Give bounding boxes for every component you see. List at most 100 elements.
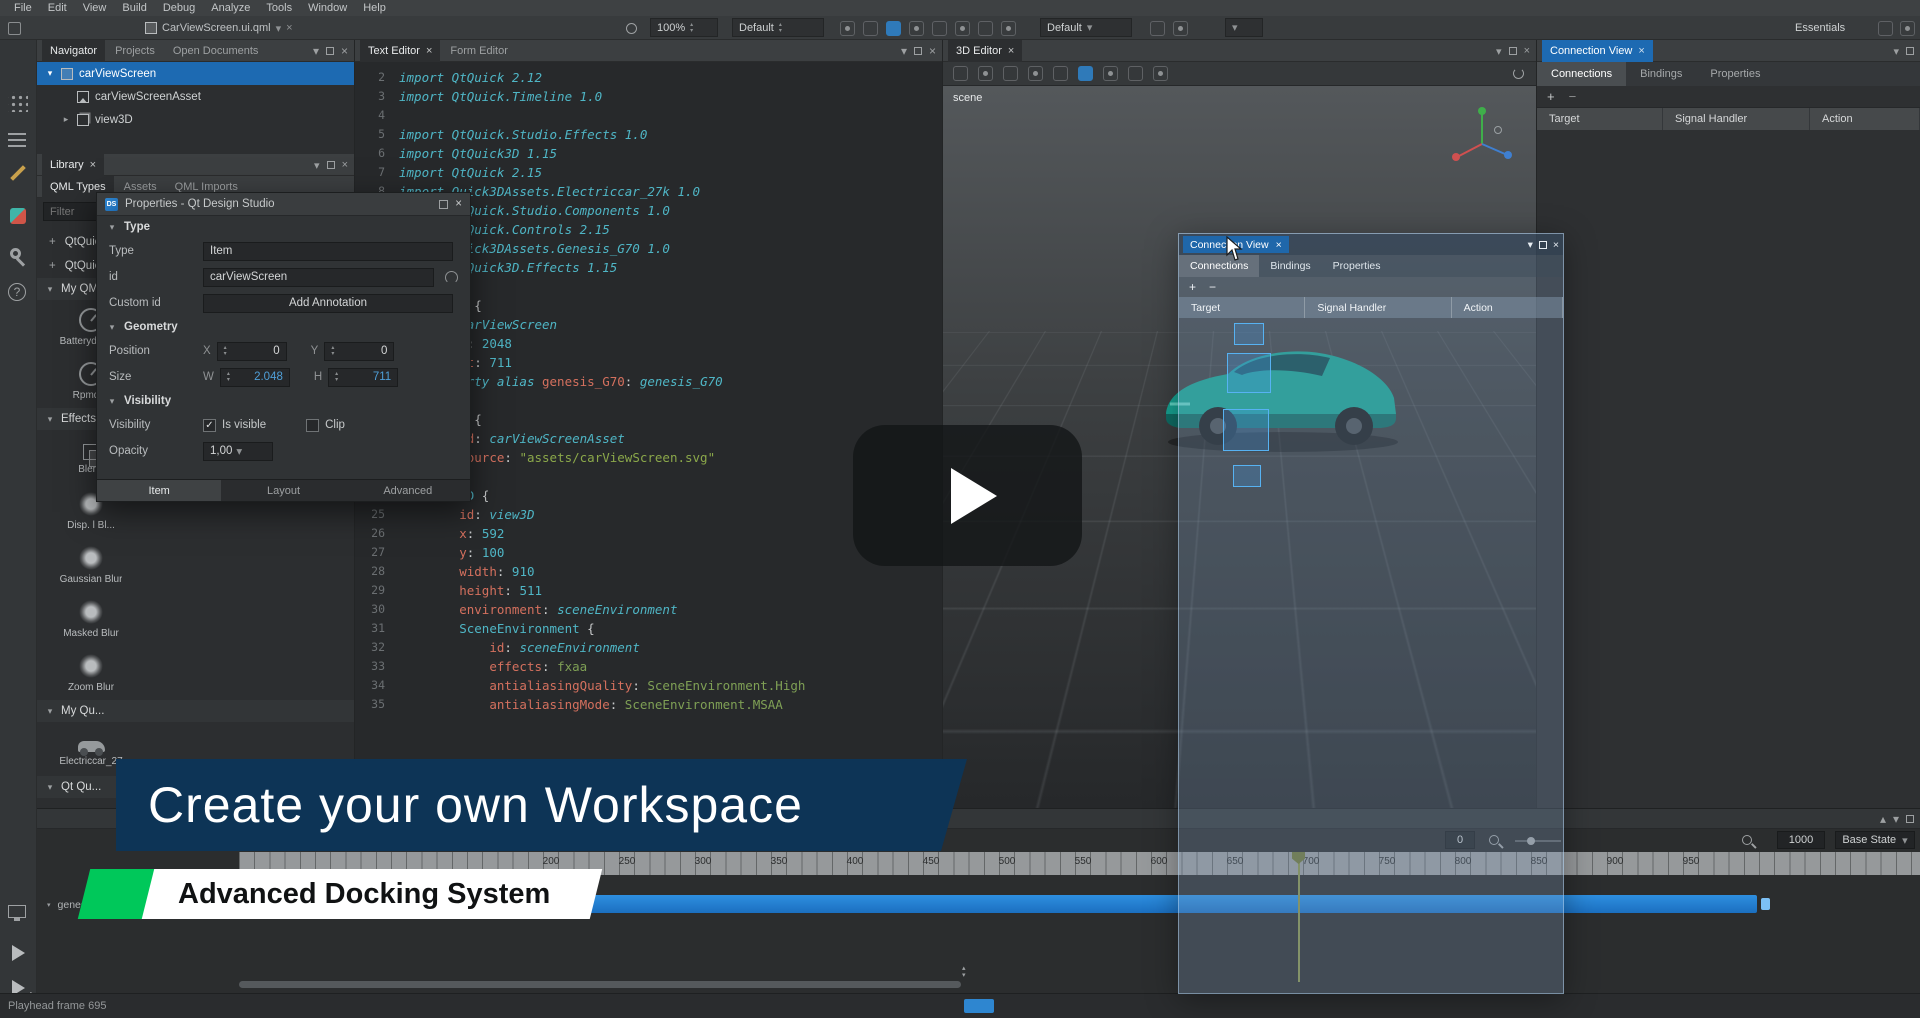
clip-checkbox[interactable] — [306, 419, 319, 432]
grid-view-icon[interactable] — [955, 21, 970, 36]
stepper-down-icon[interactable]: ▾ — [227, 377, 230, 383]
timeline-scrollbar[interactable] — [239, 981, 961, 988]
tree-item-view3d[interactable]: ▸view3D — [37, 108, 354, 131]
chevron-down-icon[interactable]: ▾ — [313, 44, 319, 58]
maximize-icon[interactable] — [439, 200, 448, 209]
chevron-down-icon[interactable]: ▾ — [276, 22, 282, 35]
tab-properties[interactable]: Properties — [1696, 62, 1774, 86]
float-panel-icon[interactable] — [1906, 815, 1914, 823]
tab-connections[interactable]: Connections — [1537, 62, 1626, 86]
feedback-icon[interactable] — [1900, 16, 1915, 40]
tools-icon[interactable] — [8, 246, 29, 267]
close-icon[interactable]: × — [426, 45, 432, 57]
run-icon[interactable] — [8, 945, 29, 966]
menu-item-analyze[interactable]: Analyze — [203, 1, 258, 15]
selection-rect[interactable] — [1227, 353, 1271, 393]
section-type[interactable]: ▾ Type — [97, 216, 470, 238]
float-panel-icon[interactable] — [1539, 241, 1547, 249]
light-icon[interactable] — [1128, 66, 1143, 81]
annotation-icon[interactable] — [1150, 21, 1165, 36]
tab-bindings[interactable]: Bindings — [1259, 255, 1321, 277]
menu-item-view[interactable]: View — [75, 1, 115, 15]
close-panel-icon[interactable]: × — [929, 44, 936, 58]
end-frame-field[interactable]: 1000 — [1777, 831, 1825, 849]
reset-view-icon[interactable] — [1513, 68, 1524, 79]
chevron-down-icon[interactable]: ▾ — [1893, 45, 1899, 58]
add-connection-button[interactable]: + — [1547, 89, 1555, 104]
tab-projects[interactable]: Projects — [107, 40, 163, 62]
live-preview-icon[interactable] — [8, 905, 29, 926]
tab-connections[interactable]: Connections — [1179, 255, 1259, 277]
menu-item-build[interactable]: Build — [114, 1, 154, 15]
show-bounding-icon[interactable] — [840, 21, 855, 36]
menu-item-help[interactable]: Help — [355, 1, 394, 15]
preview-icon[interactable] — [626, 16, 637, 40]
height-field[interactable]: ▴▾711 — [328, 368, 398, 387]
select-tool-icon[interactable] — [953, 66, 968, 81]
float-panel-icon[interactable] — [326, 47, 334, 55]
close-icon[interactable]: × — [90, 159, 96, 171]
section-visibility[interactable]: ▾ Visibility — [97, 390, 470, 412]
close-panel-icon[interactable]: × — [1553, 239, 1559, 251]
zoom-select[interactable]: 100% ▴▾ — [650, 18, 718, 37]
selection-rect[interactable] — [1233, 465, 1261, 487]
snap-toggle-icon[interactable] — [1053, 66, 1068, 81]
library-item-gaussian-blur[interactable]: Gaussian Blur — [37, 538, 145, 592]
scale-tool-icon[interactable] — [1028, 66, 1043, 81]
y-field[interactable]: ▴▾0 — [324, 342, 394, 361]
remove-connection-button[interactable]: − — [1569, 89, 1577, 104]
float-panel-icon[interactable] — [327, 161, 335, 169]
workspace-icon[interactable] — [1173, 21, 1188, 36]
tab-text-editor[interactable]: Text Editor× — [360, 40, 440, 62]
close-panel-icon[interactable]: × — [342, 159, 348, 171]
library-item-masked-blur[interactable]: Masked Blur — [37, 592, 145, 646]
stepper-down-icon[interactable]: ▾ — [335, 377, 338, 383]
chevron-down-icon[interactable]: ▾ — [47, 901, 51, 909]
chevron-down-icon[interactable]: ▾ — [1087, 21, 1093, 34]
local-global-icon[interactable] — [1078, 66, 1093, 81]
close-icon[interactable]: × — [1276, 239, 1282, 251]
move-tool-icon[interactable] — [978, 66, 993, 81]
menu-item-file[interactable]: File — [6, 1, 40, 15]
zoom-stepper[interactable]: ▴▾ — [690, 22, 693, 34]
camera-icon[interactable] — [1103, 66, 1118, 81]
active-tool-icon[interactable] — [886, 21, 901, 36]
dragged-connection-view-panel[interactable]: Connection View × ▾ × ConnectionsBinding… — [1178, 233, 1564, 994]
design-mode-icon[interactable] — [8, 164, 29, 185]
close-icon[interactable]: × — [1008, 45, 1014, 57]
app-icon[interactable] — [8, 16, 21, 40]
menu-item-debug[interactable]: Debug — [155, 1, 203, 15]
add-annotation-button[interactable]: Add Annotation — [203, 294, 453, 313]
tab-connection-view[interactable]: Connection View × — [1542, 40, 1653, 62]
x-field[interactable]: ▴▾0 — [217, 342, 287, 361]
style-select[interactable]: Default ▴▾ — [732, 18, 824, 37]
chevron-down-icon[interactable]: ▾ — [314, 159, 320, 172]
tab-navigator[interactable]: Navigator — [42, 40, 105, 62]
tab-layout[interactable]: Layout — [221, 480, 345, 501]
tree-item-carviewscreenasset[interactable]: carViewScreenAsset — [37, 85, 354, 108]
layout-icon[interactable] — [1878, 16, 1893, 40]
list-view-icon[interactable] — [932, 21, 947, 36]
close-icon[interactable]: × — [1638, 45, 1644, 57]
chevron-down-icon[interactable]: ▾ — [1528, 239, 1533, 251]
kit-select[interactable]: Default ▾ — [1040, 18, 1132, 37]
split-view-icon[interactable] — [978, 21, 993, 36]
stepper-down-icon[interactable]: ▾ — [779, 28, 782, 34]
dialog-titlebar[interactable]: DS Properties - Qt Design Studio × — [97, 193, 470, 216]
document-selector[interactable]: CarViewScreen.ui.qml ▾ × — [145, 16, 293, 40]
is-visible-checkbox[interactable]: ✓ — [203, 419, 216, 432]
tab-3d-editor[interactable]: 3D Editor × — [948, 40, 1022, 62]
chevron-down-icon[interactable]: ▾ — [1902, 834, 1908, 847]
state-selector[interactable]: Base State ▾ — [1835, 831, 1915, 849]
library-section-my-qu[interactable]: ▾My Qu... — [37, 700, 354, 722]
tab-bindings[interactable]: Bindings — [1626, 62, 1696, 86]
video-play-button[interactable] — [853, 425, 1082, 566]
tab-open-documents[interactable]: Open Documents — [165, 40, 267, 62]
add-connection-button[interactable]: + — [1189, 280, 1196, 294]
visibility-icon[interactable] — [909, 21, 924, 36]
section-geometry[interactable]: ▾ Geometry — [97, 316, 470, 338]
tree-item-carviewscreen[interactable]: ▾carViewScreen — [37, 62, 354, 85]
overlay-select[interactable]: ▾ — [1225, 18, 1263, 37]
stepper-down-icon[interactable]: ▾ — [690, 28, 693, 34]
chevron-down-icon[interactable]: ▾ — [1232, 21, 1238, 34]
